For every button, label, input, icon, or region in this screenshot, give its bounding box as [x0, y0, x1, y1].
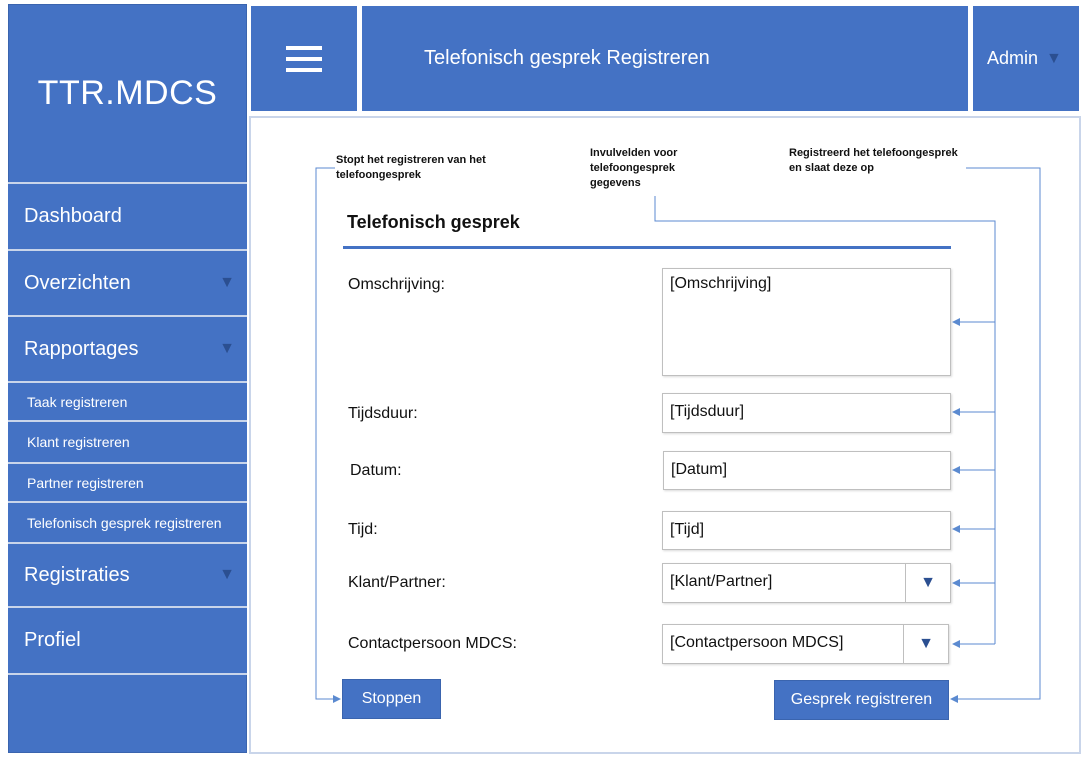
- tijd-label: Tijd:: [348, 521, 378, 538]
- contactpersoon-label: Contactpersoon MDCS:: [348, 635, 517, 652]
- stop-button[interactable]: Stoppen: [342, 679, 441, 719]
- tijd-field[interactable]: [Tijd]: [662, 511, 951, 550]
- form-title-underline: [343, 246, 951, 249]
- triangle-down-icon[interactable]: ▼: [905, 564, 950, 602]
- omschrijving-field[interactable]: [Omschrijving]: [662, 268, 951, 376]
- register-button[interactable]: Gesprek registreren: [774, 680, 949, 720]
- klant-partner-select[interactable]: [Klant/Partner] ▼: [662, 563, 951, 603]
- datum-label: Datum:: [350, 462, 402, 479]
- datum-field[interactable]: [Datum]: [663, 451, 951, 490]
- datum-value: [Datum]: [671, 461, 728, 478]
- tijd-value: [Tijd]: [670, 521, 705, 538]
- form-title: Telefonisch gesprek: [347, 212, 520, 232]
- omschrijving-label: Omschrijving:: [348, 276, 445, 293]
- klant-partner-value: [Klant/Partner]: [670, 573, 773, 590]
- contactpersoon-value: [Contactpersoon MDCS]: [670, 634, 844, 651]
- tijdsduur-label: Tijdsduur:: [348, 405, 418, 422]
- tijdsduur-field[interactable]: [Tijdsduur]: [662, 393, 951, 433]
- klant-partner-label: Klant/Partner:: [348, 574, 446, 591]
- triangle-down-icon[interactable]: ▼: [903, 625, 948, 663]
- tijdsduur-value: [Tijdsduur]: [670, 403, 745, 420]
- contactpersoon-select[interactable]: [Contactpersoon MDCS] ▼: [662, 624, 949, 664]
- omschrijving-value: [Omschrijving]: [670, 275, 772, 292]
